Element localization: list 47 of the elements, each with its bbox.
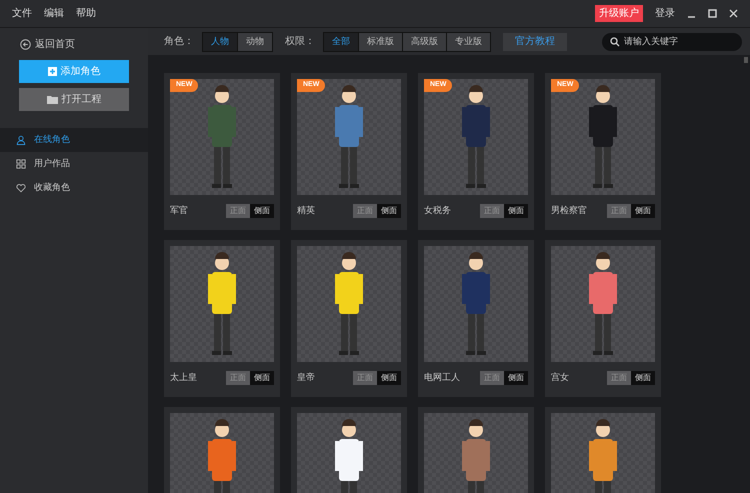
search-icon: [610, 36, 620, 46]
heart-icon: [16, 183, 26, 193]
login-link[interactable]: 登录: [655, 6, 675, 21]
person-icon: [16, 135, 26, 145]
grid-icon: [16, 159, 26, 169]
search-input[interactable]: 请输入关键字: [624, 34, 734, 48]
character-name: 太上皇: [170, 371, 197, 384]
search-field[interactable]: 请输入关键字: [602, 32, 742, 50]
role-label: 角色：: [164, 35, 194, 49]
sidebar-item[interactable]: 收藏角色: [0, 176, 148, 200]
maximize-icon[interactable]: [708, 9, 717, 18]
menu-item[interactable]: 文件: [12, 6, 32, 21]
folder-icon: [46, 95, 58, 104]
view-toggle[interactable]: 侧面: [631, 204, 655, 218]
upgrade-account-button[interactable]: 升级账户: [595, 5, 643, 22]
sidebar-item[interactable]: 用户作品: [0, 152, 148, 176]
character-name: 精英: [297, 204, 315, 218]
plus-icon: [48, 67, 56, 76]
view-toggle[interactable]: 侧面: [250, 204, 274, 218]
character-name: 男检察官: [551, 204, 587, 218]
back-icon[interactable]: [20, 38, 31, 50]
character-name: 女税务: [424, 204, 451, 218]
permission-tab[interactable]: 全部: [324, 32, 358, 50]
open-project-button[interactable]: 打开工程: [19, 88, 129, 111]
view-toggle[interactable]: 侧面: [504, 371, 528, 385]
menu-item[interactable]: 编辑: [44, 6, 64, 21]
back-home-link[interactable]: 返回首页: [35, 36, 75, 52]
tutorial-button[interactable]: 官方教程: [503, 32, 567, 50]
menu-item[interactable]: 帮助: [76, 6, 96, 21]
view-toggle[interactable]: 侧面: [631, 371, 655, 385]
sidebar-item[interactable]: 在线角色: [0, 128, 148, 152]
role-tab[interactable]: 动物: [237, 32, 272, 50]
close-icon[interactable]: [729, 9, 738, 18]
permission-tab[interactable]: 专业版: [446, 32, 490, 50]
view-toggle[interactable]: 侧面: [377, 204, 401, 218]
view-toggle[interactable]: 侧面: [377, 371, 401, 385]
view-toggle[interactable]: 侧面: [250, 371, 274, 385]
character-name: 皇帝: [297, 371, 315, 384]
character-name: 宫女: [551, 371, 569, 384]
permission-tab[interactable]: 高级版: [402, 32, 446, 50]
scrollbar[interactable]: [744, 57, 748, 63]
permission-label: 权限：: [285, 34, 315, 49]
view-toggle[interactable]: 侧面: [504, 204, 528, 218]
character-name: 军官: [170, 204, 188, 218]
character-name: 电网工人: [424, 371, 460, 384]
permission-tab[interactable]: 标准版: [358, 32, 402, 50]
role-tab[interactable]: 人物: [203, 32, 237, 50]
